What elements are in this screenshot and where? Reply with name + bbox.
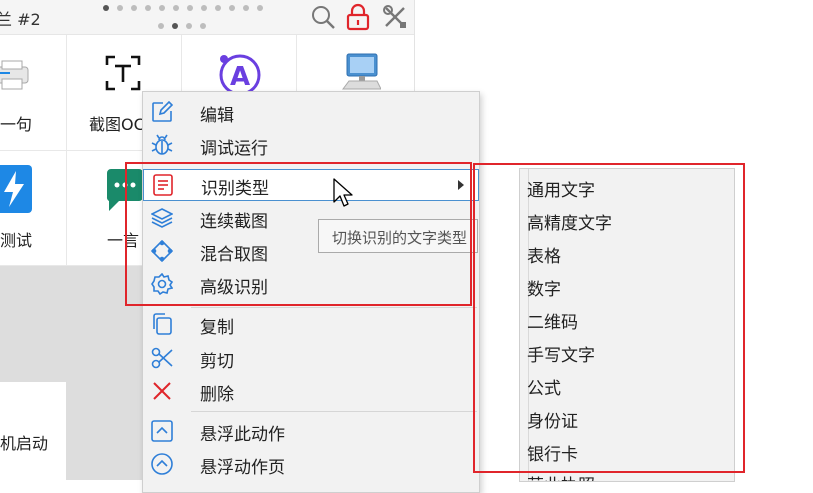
computer-icon bbox=[341, 51, 381, 91]
svg-text:A: A bbox=[230, 62, 250, 92]
panel-header: 兰 #2 bbox=[0, 0, 414, 35]
action-tile[interactable]: 测试 bbox=[0, 151, 66, 265]
menu-item-label: 调试运行 bbox=[200, 139, 268, 159]
printer-icon bbox=[0, 59, 30, 91]
tile-label: 机启动 bbox=[0, 434, 49, 453]
page-dot[interactable] bbox=[187, 5, 193, 11]
action-tile[interactable]: 一句 bbox=[0, 35, 66, 150]
menu-item-float-action-page[interactable]: 悬浮动作页 bbox=[143, 448, 479, 480]
page-dot[interactable] bbox=[117, 5, 123, 11]
menu-item-label: 编辑 bbox=[200, 106, 234, 126]
annotation-highlight-box bbox=[125, 162, 472, 306]
page-dot[interactable] bbox=[172, 23, 178, 29]
tile-label: 截图OC bbox=[89, 115, 145, 134]
menu-item-label: 删除 bbox=[200, 385, 234, 405]
page-dot[interactable] bbox=[200, 23, 206, 29]
menu-item-label: 悬浮动作页 bbox=[200, 458, 285, 478]
page-dot[interactable] bbox=[159, 5, 165, 11]
tile-label: 一句 bbox=[0, 115, 33, 134]
page-dot[interactable] bbox=[158, 23, 164, 29]
action-tile[interactable]: 机启动 bbox=[0, 382, 66, 480]
bug-icon bbox=[151, 134, 173, 156]
page-dot[interactable] bbox=[186, 23, 192, 29]
lightning-icon bbox=[0, 165, 32, 213]
page-dot[interactable] bbox=[229, 5, 235, 11]
lock-icon[interactable] bbox=[346, 3, 370, 31]
menu-item-delete[interactable]: 删除 bbox=[143, 375, 479, 407]
menu-item-label: 悬浮此动作 bbox=[200, 425, 285, 445]
page-dot[interactable] bbox=[215, 5, 221, 11]
page-dot[interactable] bbox=[173, 5, 179, 11]
text-capture-icon bbox=[105, 55, 141, 91]
page-dot[interactable] bbox=[103, 5, 109, 11]
chevron-up-circle-icon bbox=[151, 453, 173, 475]
copy-icon bbox=[151, 313, 173, 335]
close-icon bbox=[151, 380, 173, 402]
edit-icon bbox=[151, 101, 173, 123]
panel-title: 兰 #2 bbox=[0, 10, 41, 29]
scissors-icon bbox=[151, 347, 173, 369]
tile-label: 测试 bbox=[0, 231, 33, 250]
page-dot[interactable] bbox=[131, 5, 137, 11]
menu-item-label: 复制 bbox=[200, 318, 234, 338]
page-dot[interactable] bbox=[257, 5, 263, 11]
page-dot[interactable] bbox=[201, 5, 207, 11]
menu-item-debug-run[interactable]: 调试运行 bbox=[143, 129, 479, 161]
annotation-highlight-box bbox=[473, 163, 745, 473]
page-dot[interactable] bbox=[145, 5, 151, 11]
menu-item-float-action[interactable]: 悬浮此动作 bbox=[143, 415, 479, 447]
menu-item-label: 剪切 bbox=[200, 352, 234, 372]
menu-item-copy[interactable]: 复制 bbox=[143, 308, 479, 340]
chevron-up-square-icon bbox=[151, 420, 173, 442]
search-icon[interactable] bbox=[310, 4, 336, 30]
menu-separator bbox=[191, 411, 477, 412]
menu-item-edit[interactable]: 编辑 bbox=[143, 96, 479, 128]
a-circle-icon: A bbox=[216, 49, 264, 97]
menu-item-cut[interactable]: 剪切 bbox=[143, 342, 479, 374]
page-dot[interactable] bbox=[243, 5, 249, 11]
tools-icon[interactable] bbox=[382, 4, 408, 30]
